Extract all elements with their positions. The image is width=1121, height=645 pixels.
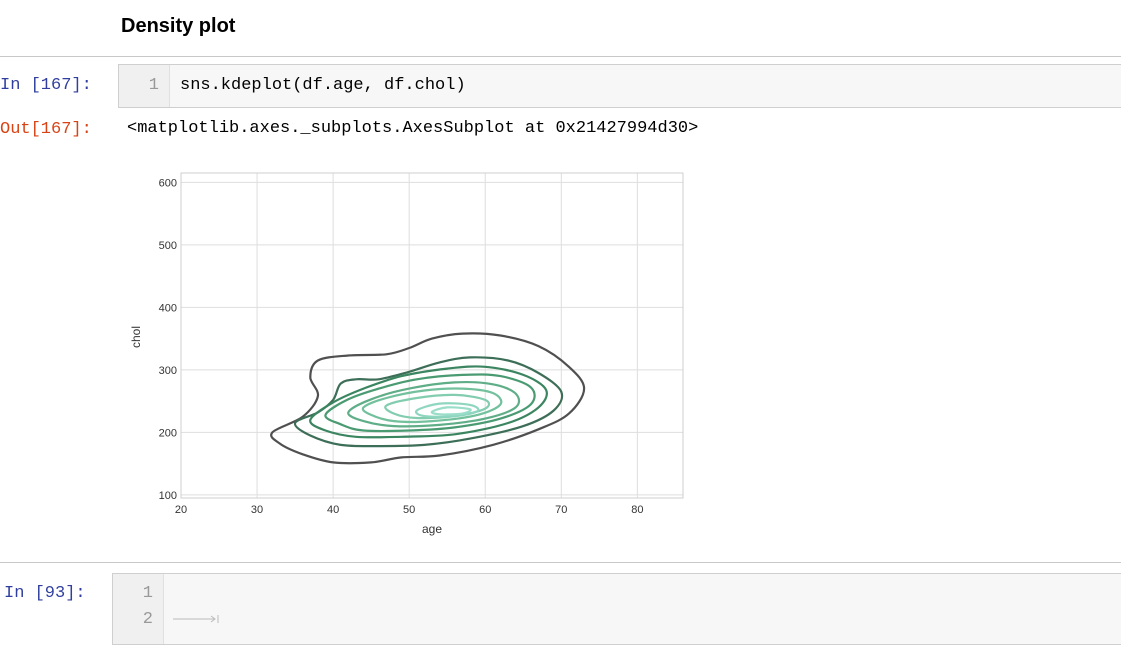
tab-arrow-icon bbox=[173, 615, 219, 623]
y-tick-label: 200 bbox=[159, 427, 177, 439]
x-tick-label: 20 bbox=[175, 504, 187, 516]
x-tick-label: 70 bbox=[555, 504, 567, 516]
markdown-heading: Density plot bbox=[121, 15, 236, 37]
kde-plot: 20 30 40 50 60 70 80 100 200 300 400 500 600 age cho… bbox=[129, 172, 684, 536]
x-tick-label: 80 bbox=[631, 504, 643, 516]
x-tick-label: 40 bbox=[327, 504, 339, 516]
y-axis-label: chol bbox=[129, 326, 143, 348]
y-tick-label: 400 bbox=[159, 302, 177, 314]
output-text: <matplotlib.axes._subplots.AxesSubplot a… bbox=[127, 119, 699, 138]
plot-grid bbox=[180, 173, 683, 498]
code-line[interactable]: sns.kdeplot(df.age, df.chol) bbox=[180, 76, 466, 95]
line-gutter: 1 2 bbox=[113, 574, 164, 644]
cell-divider bbox=[0, 56, 1121, 57]
line-number: 1 bbox=[148, 76, 159, 95]
y-tick-label: 500 bbox=[159, 240, 177, 252]
line-number: 1 bbox=[142, 584, 153, 603]
contour-layer bbox=[270, 332, 586, 465]
y-tick-label: 300 bbox=[159, 365, 177, 377]
tick-labels: 20 30 40 50 60 70 80 100 200 300 400 500 600 bbox=[159, 177, 644, 516]
y-tick-label: 100 bbox=[159, 490, 177, 502]
density-contour bbox=[324, 373, 536, 433]
code-cell-167[interactable]: 1 sns.kdeplot(df.age, df.chol) bbox=[118, 64, 1121, 108]
out-prompt-167: Out[167]: bbox=[0, 120, 92, 139]
in-prompt-167: In [167]: bbox=[0, 76, 92, 95]
code-cell-93[interactable]: 1 2 bbox=[112, 573, 1121, 645]
x-tick-label: 50 bbox=[403, 504, 415, 516]
cell-divider bbox=[0, 562, 1121, 563]
density-contour bbox=[430, 406, 472, 416]
line-number: 2 bbox=[142, 610, 153, 629]
x-tick-label: 60 bbox=[479, 504, 491, 516]
x-axis-label: age bbox=[422, 522, 442, 536]
x-tick-label: 30 bbox=[251, 504, 263, 516]
line-gutter: 1 bbox=[119, 65, 170, 107]
in-prompt-93: In [93]: bbox=[4, 584, 86, 603]
y-tick-label: 600 bbox=[159, 177, 177, 189]
plot-frame bbox=[180, 172, 684, 499]
